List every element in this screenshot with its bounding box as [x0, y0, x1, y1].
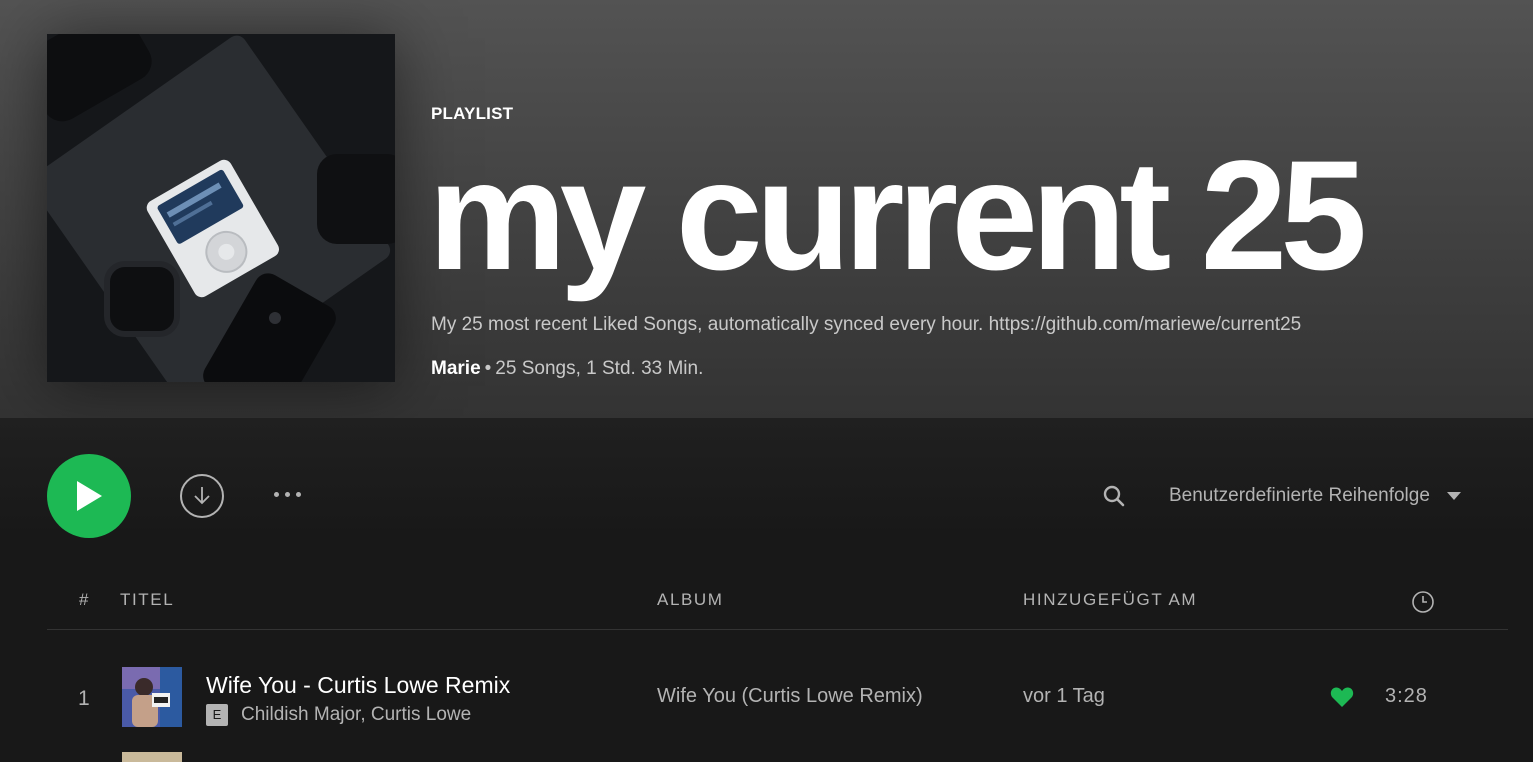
playlist-cover-image[interactable] — [47, 34, 395, 382]
track-number: 1 — [78, 687, 90, 710]
column-header-duration[interactable] — [1411, 590, 1435, 614]
search-icon — [1103, 485, 1125, 507]
column-header-title[interactable]: TITEL — [120, 590, 174, 610]
playlist-type-label: PLAYLIST — [431, 104, 514, 123]
sort-order-dropdown[interactable]: Benutzerdefinierte Reihenfolge — [1169, 484, 1461, 508]
like-button[interactable] — [1330, 686, 1354, 708]
play-button[interactable] — [47, 454, 131, 538]
clock-icon — [1412, 591, 1434, 613]
download-icon — [194, 487, 210, 505]
more-dot-icon — [295, 491, 301, 497]
more-options-button[interactable] — [265, 484, 309, 504]
track-title-link[interactable]: Wife You - Curtis Lowe Remix — [206, 672, 510, 699]
more-dot-icon — [284, 491, 290, 497]
ipod-photo-icon — [47, 34, 395, 382]
meta-separator: • — [484, 358, 492, 379]
playlist-stats: 25 Songs, 1 Std. 33 Min. — [495, 358, 704, 379]
play-icon — [77, 481, 102, 511]
playlist-meta: Marie • 25 Songs, 1 Std. 33 Min. — [431, 358, 703, 380]
table-row[interactable]: 1 Wife You - Curtis Lowe Remix E Childis… — [47, 660, 1508, 736]
track-cover-image — [122, 667, 182, 727]
playlist-header: PLAYLIST my current 25 My 25 most recent… — [0, 0, 1533, 418]
album-art-icon — [122, 667, 182, 727]
playlist-title: my current 25 — [428, 129, 1367, 303]
sort-order-label: Benutzerdefinierte Reihenfolge — [1169, 485, 1430, 506]
track-date-added: vor 1 Tag — [1023, 685, 1105, 707]
search-in-playlist-button[interactable] — [1102, 484, 1126, 508]
heart-filled-icon — [1330, 687, 1354, 707]
column-header-number: # — [79, 590, 91, 609]
column-header-date-added[interactable]: HINZUGEFÜGT AM — [1023, 590, 1197, 610]
track-artists-link[interactable]: Childish Major, Curtis Lowe — [241, 704, 471, 726]
download-button[interactable] — [180, 474, 224, 518]
track-duration: 3:28 — [1385, 685, 1428, 707]
column-header-album[interactable]: ALBUM — [657, 590, 724, 610]
explicit-badge: E — [206, 704, 228, 726]
playlist-owner-link[interactable]: Marie — [431, 358, 481, 379]
table-header-divider — [47, 629, 1508, 630]
playlist-description: My 25 most recent Liked Songs, automatic… — [431, 314, 1302, 335]
more-dot-icon — [273, 491, 279, 497]
caret-down-icon — [1446, 492, 1461, 500]
track-album-link[interactable]: Wife You (Curtis Lowe Remix) — [657, 685, 923, 708]
next-track-cover-image — [122, 752, 182, 762]
